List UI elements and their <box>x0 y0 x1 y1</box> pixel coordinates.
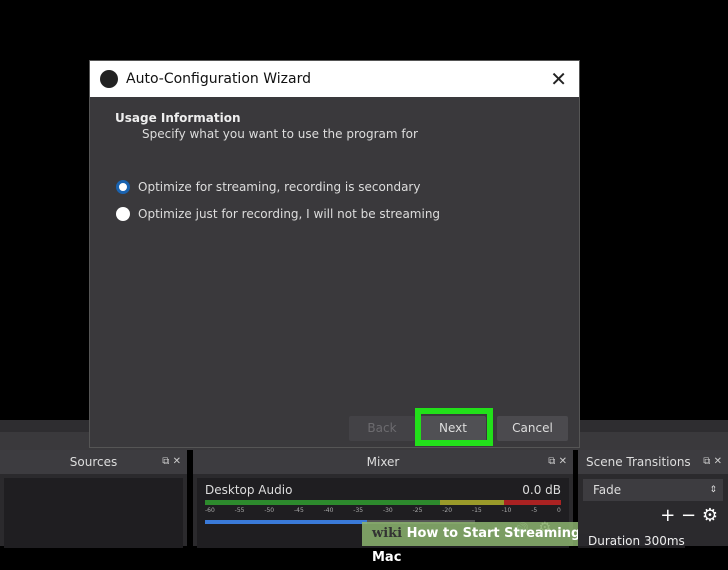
radio-unselected[interactable] <box>116 207 130 221</box>
next-highlight <box>415 408 493 446</box>
section-subtitle: Specify what you want to use the program… <box>142 127 418 141</box>
meter-tick: -55 <box>234 507 245 514</box>
meter-tick: -30 <box>382 507 393 514</box>
sources-list[interactable] <box>4 478 183 548</box>
meter-tick: -45 <box>293 507 304 514</box>
dock-controls[interactable]: ⧉ ✕ <box>162 450 181 474</box>
meter-tick: -20 <box>442 507 453 514</box>
section-heading: Usage Information <box>115 111 241 125</box>
transition-select[interactable]: Fade ⇕ <box>583 479 723 501</box>
transitions-dock: Scene Transitions ⧉ ✕ Fade ⇕ + − ⚙ Duratio… <box>578 450 728 548</box>
option-recording[interactable]: Optimize just for recording, I will not … <box>116 207 440 221</box>
meter-tick: -50 <box>264 507 275 514</box>
option-streaming[interactable]: Optimize for streaming, recording is sec… <box>116 180 420 194</box>
sources-dock: Sources ⧉ ✕ <box>0 450 187 548</box>
meter-tick: 0 <box>557 507 561 514</box>
meter-tick: -5 <box>531 507 538 514</box>
back-button[interactable]: Back <box>349 416 415 441</box>
mixer-title: Mixer <box>366 455 400 469</box>
dock-controls[interactable]: ⧉ ✕ <box>703 450 722 474</box>
meter-tick: -35 <box>353 507 364 514</box>
meter-tick: -15 <box>471 507 482 514</box>
volume-meter <box>205 500 561 505</box>
sources-title: Sources <box>69 455 118 469</box>
cancel-button[interactable]: Cancel <box>497 416 568 441</box>
remove-icon[interactable]: − <box>681 505 696 526</box>
mixer-level: 0.0 dB <box>522 483 561 497</box>
meter-tick: -60 <box>205 507 215 514</box>
dialog-titlebar: Auto-Configuration Wizard <box>90 61 579 97</box>
obs-logo-icon <box>100 70 118 88</box>
dialog-title: Auto-Configuration Wizard <box>126 71 311 87</box>
add-icon[interactable]: + <box>660 505 675 526</box>
dock-controls[interactable]: ⧉ ✕ <box>548 450 567 474</box>
meter-tick: -40 <box>323 507 334 514</box>
meter-tick: -25 <box>412 507 423 514</box>
close-icon[interactable]: ✕ <box>550 67 567 91</box>
radio-selected[interactable] <box>116 180 130 194</box>
gear-icon[interactable]: ⚙ <box>702 505 718 526</box>
meter-tick: -10 <box>501 507 512 514</box>
transitions-title: Scene Transitions <box>586 455 691 469</box>
mixer-source-name: Desktop Audio <box>205 483 293 497</box>
auto-config-dialog: Auto-Configuration Wizard ✕ Usage Inform… <box>89 60 580 448</box>
